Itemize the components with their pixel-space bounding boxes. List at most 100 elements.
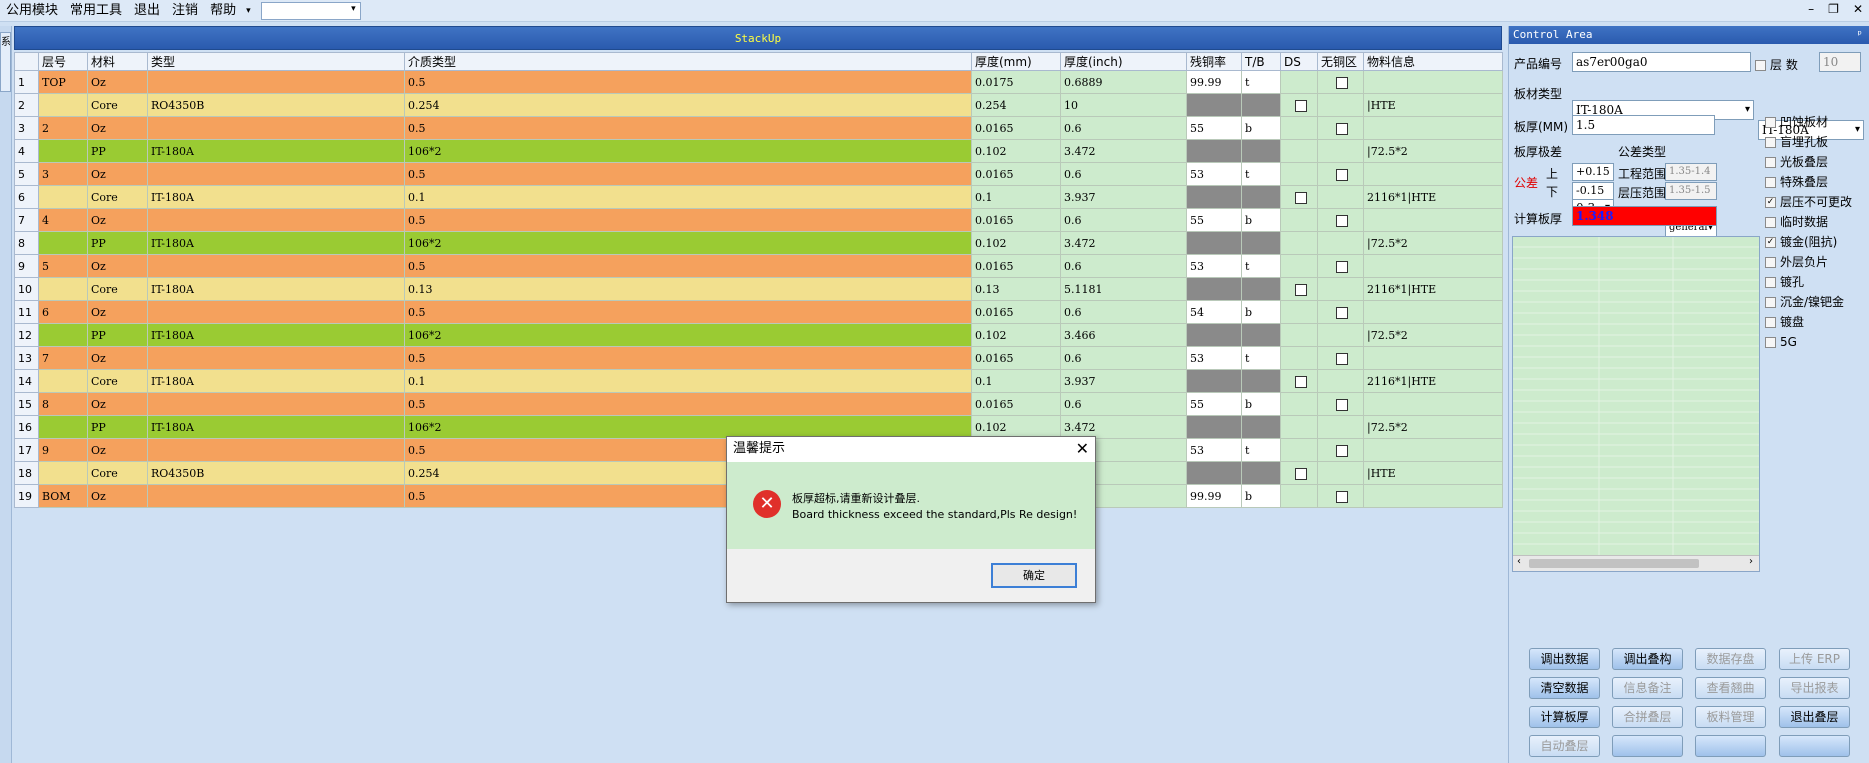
cell-material[interactable]: Core	[87, 185, 148, 209]
layers-input[interactable]: 10	[1819, 52, 1861, 72]
cell-no-copper[interactable]	[1317, 162, 1364, 186]
row-checkbox[interactable]	[1336, 398, 1348, 411]
action-button[interactable]: 清空数据	[1529, 677, 1600, 699]
cell-ds[interactable]	[1280, 461, 1318, 485]
cell-thickness-inch[interactable]: 3.472	[1060, 231, 1187, 255]
cell-ds[interactable]	[1280, 254, 1318, 278]
layers-checkbox[interactable]	[1755, 60, 1766, 71]
option-check-row[interactable]: ✓ 镀金(阻抗)	[1765, 232, 1869, 252]
cell-material[interactable]: PP	[87, 323, 148, 347]
cell-thickness-inch[interactable]: 10	[1060, 93, 1187, 117]
cell-tb[interactable]: t	[1241, 254, 1281, 278]
cell-dielectric[interactable]: 106*2	[404, 139, 972, 163]
cell-type[interactable]	[147, 162, 405, 186]
cell-layer[interactable]	[38, 415, 88, 439]
cell-layer[interactable]	[38, 139, 88, 163]
option-checkbox[interactable]	[1765, 117, 1776, 128]
cell-tb[interactable]: b	[1241, 392, 1281, 416]
cell-material-info[interactable]: |72.5*2	[1363, 323, 1503, 347]
table-row[interactable]: 8 PP IT-180A 106*2 0.102 3.472 |72.5*2	[14, 231, 1503, 255]
cell-dielectric[interactable]: 0.5	[404, 392, 972, 416]
upper-tolerance-input[interactable]: +0.15	[1572, 163, 1614, 181]
cell-ds[interactable]	[1280, 484, 1318, 508]
row-number[interactable]: 11	[14, 300, 39, 324]
cell-no-copper[interactable]	[1317, 277, 1364, 301]
cell-residual-copper[interactable]: 53	[1186, 254, 1242, 278]
cell-material-info[interactable]	[1363, 208, 1503, 232]
action-button[interactable]: 数据存盘	[1695, 648, 1766, 670]
cell-layer[interactable]	[38, 231, 88, 255]
row-number[interactable]: 12	[14, 323, 39, 347]
row-checkbox[interactable]	[1336, 260, 1348, 273]
cell-material[interactable]: PP	[87, 139, 148, 163]
cell-no-copper[interactable]	[1317, 346, 1364, 370]
cell-type[interactable]: IT-180A	[147, 369, 405, 393]
cell-no-copper[interactable]	[1317, 208, 1364, 232]
product-input[interactable]: as7er00ga0	[1572, 52, 1751, 72]
cell-material-info[interactable]	[1363, 438, 1503, 462]
cell-thickness-inch[interactable]: 0.6	[1060, 116, 1187, 140]
cell-layer[interactable]: BOM	[38, 484, 88, 508]
cell-tb[interactable]	[1241, 139, 1281, 163]
cell-thickness-mm[interactable]: 0.102	[971, 231, 1061, 255]
table-row[interactable]: 6 Core IT-180A 0.1 0.1 3.937 2116*1|HTE	[14, 185, 1503, 209]
grid-corner[interactable]	[14, 52, 39, 71]
cell-material[interactable]: Core	[87, 461, 148, 485]
cell-residual-copper[interactable]: 53	[1186, 346, 1242, 370]
cell-residual-copper[interactable]	[1186, 461, 1242, 485]
action-button[interactable]	[1695, 735, 1766, 757]
action-button[interactable]: 退出叠层	[1779, 706, 1850, 728]
row-checkbox[interactable]	[1336, 306, 1348, 319]
cell-thickness-inch[interactable]: 3.937	[1060, 369, 1187, 393]
cell-dielectric[interactable]: 0.5	[404, 300, 972, 324]
col-thickness-inch[interactable]: 厚度(inch)	[1060, 52, 1187, 71]
cell-no-copper[interactable]	[1317, 116, 1364, 140]
table-row[interactable]: 13 7 Oz 0.5 0.0165 0.6 53 t	[14, 346, 1503, 370]
cell-no-copper[interactable]	[1317, 231, 1364, 255]
col-residual-copper[interactable]: 残铜率	[1186, 52, 1242, 71]
row-number[interactable]: 16	[14, 415, 39, 439]
menu-public-modules[interactable]: 公用模块	[0, 0, 64, 22]
col-layer-no[interactable]: 层号	[38, 52, 88, 71]
cell-thickness-inch[interactable]: 5.1181	[1060, 277, 1187, 301]
cell-thickness-mm[interactable]: 0.0165	[971, 346, 1061, 370]
cell-dielectric[interactable]: 0.5	[404, 162, 972, 186]
cell-ds[interactable]	[1280, 415, 1318, 439]
cell-dielectric[interactable]: 0.254	[404, 93, 972, 117]
cell-no-copper[interactable]	[1317, 415, 1364, 439]
cell-thickness-mm[interactable]: 0.0175	[971, 70, 1061, 94]
cell-tb[interactable]: t	[1241, 70, 1281, 94]
cell-tb[interactable]	[1241, 185, 1281, 209]
chevron-right-icon[interactable]: ›	[1749, 556, 1753, 567]
scrollbar-thumb[interactable]	[1529, 559, 1699, 568]
table-row[interactable]: 10 Core IT-180A 0.13 0.13 5.1181 2116*1|HTE	[14, 277, 1503, 301]
cell-material[interactable]: Oz	[87, 162, 148, 186]
cell-material-info[interactable]: |HTE	[1363, 461, 1503, 485]
row-checkbox[interactable]	[1336, 352, 1348, 365]
cell-type[interactable]: IT-180A	[147, 277, 405, 301]
row-number[interactable]: 13	[14, 346, 39, 370]
cell-thickness-mm[interactable]: 0.13	[971, 277, 1061, 301]
option-check-row[interactable]: 临时数据	[1765, 212, 1869, 232]
table-row[interactable]: 2 Core RO4350B 0.254 0.254 10 |HTE	[14, 93, 1503, 117]
cell-layer[interactable]: 8	[38, 392, 88, 416]
cell-layer[interactable]: 7	[38, 346, 88, 370]
table-row[interactable]: 1 TOP Oz 0.5 0.0175 0.6889 99.99 t	[14, 70, 1503, 94]
action-button[interactable]: 导出报表	[1779, 677, 1850, 699]
cell-ds[interactable]	[1280, 231, 1318, 255]
cell-thickness-inch[interactable]: 0.6	[1060, 254, 1187, 278]
cell-thickness-mm[interactable]: 0.102	[971, 323, 1061, 347]
row-number[interactable]: 8	[14, 231, 39, 255]
cell-tb[interactable]	[1241, 415, 1281, 439]
minimize-icon[interactable]: –	[1808, 2, 1814, 16]
option-check-row[interactable]: 沉金/镍钯金	[1765, 292, 1869, 312]
row-checkbox[interactable]	[1294, 375, 1307, 388]
cell-residual-copper[interactable]: 99.99	[1186, 484, 1242, 508]
row-checkbox[interactable]	[1294, 99, 1307, 112]
horizontal-scrollbar[interactable]: ‹ ›	[1513, 555, 1759, 571]
action-button[interactable]	[1779, 735, 1850, 757]
cell-layer[interactable]: 6	[38, 300, 88, 324]
row-number[interactable]: 1	[14, 70, 39, 94]
chevron-left-icon[interactable]: ‹	[1517, 556, 1521, 567]
option-checkbox[interactable]	[1765, 277, 1776, 288]
